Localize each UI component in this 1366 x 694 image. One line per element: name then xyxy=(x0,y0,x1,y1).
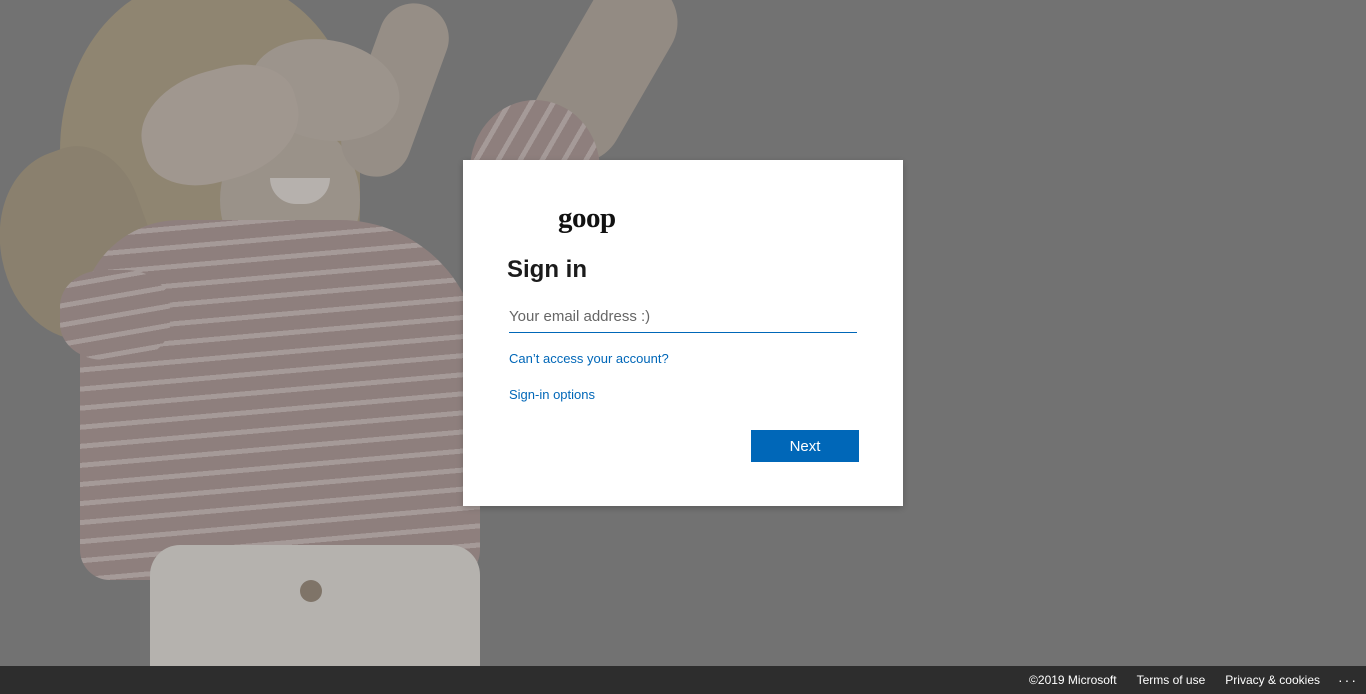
photo-shape xyxy=(150,545,480,666)
footer: ©2019 Microsoft Terms of use Privacy & c… xyxy=(0,666,1366,694)
photo-shape xyxy=(60,270,170,360)
signin-options-link[interactable]: Sign-in options xyxy=(509,387,595,402)
next-button[interactable]: Next xyxy=(751,430,859,462)
footer-copyright: ©2019 Microsoft xyxy=(1029,673,1117,687)
email-field[interactable] xyxy=(509,300,857,333)
signin-card: goop Sign in Can’t access your account? … xyxy=(463,160,903,506)
photo-shape xyxy=(300,580,322,602)
more-options-icon[interactable]: ··· xyxy=(1338,672,1358,688)
privacy-cookies-link[interactable]: Privacy & cookies xyxy=(1225,673,1320,687)
cant-access-account-link[interactable]: Can’t access your account? xyxy=(509,351,669,366)
page-title: Sign in xyxy=(507,256,587,283)
page: goop Sign in Can’t access your account? … xyxy=(0,0,1366,694)
brand-logo: goop xyxy=(558,202,616,234)
terms-of-use-link[interactable]: Terms of use xyxy=(1137,673,1206,687)
